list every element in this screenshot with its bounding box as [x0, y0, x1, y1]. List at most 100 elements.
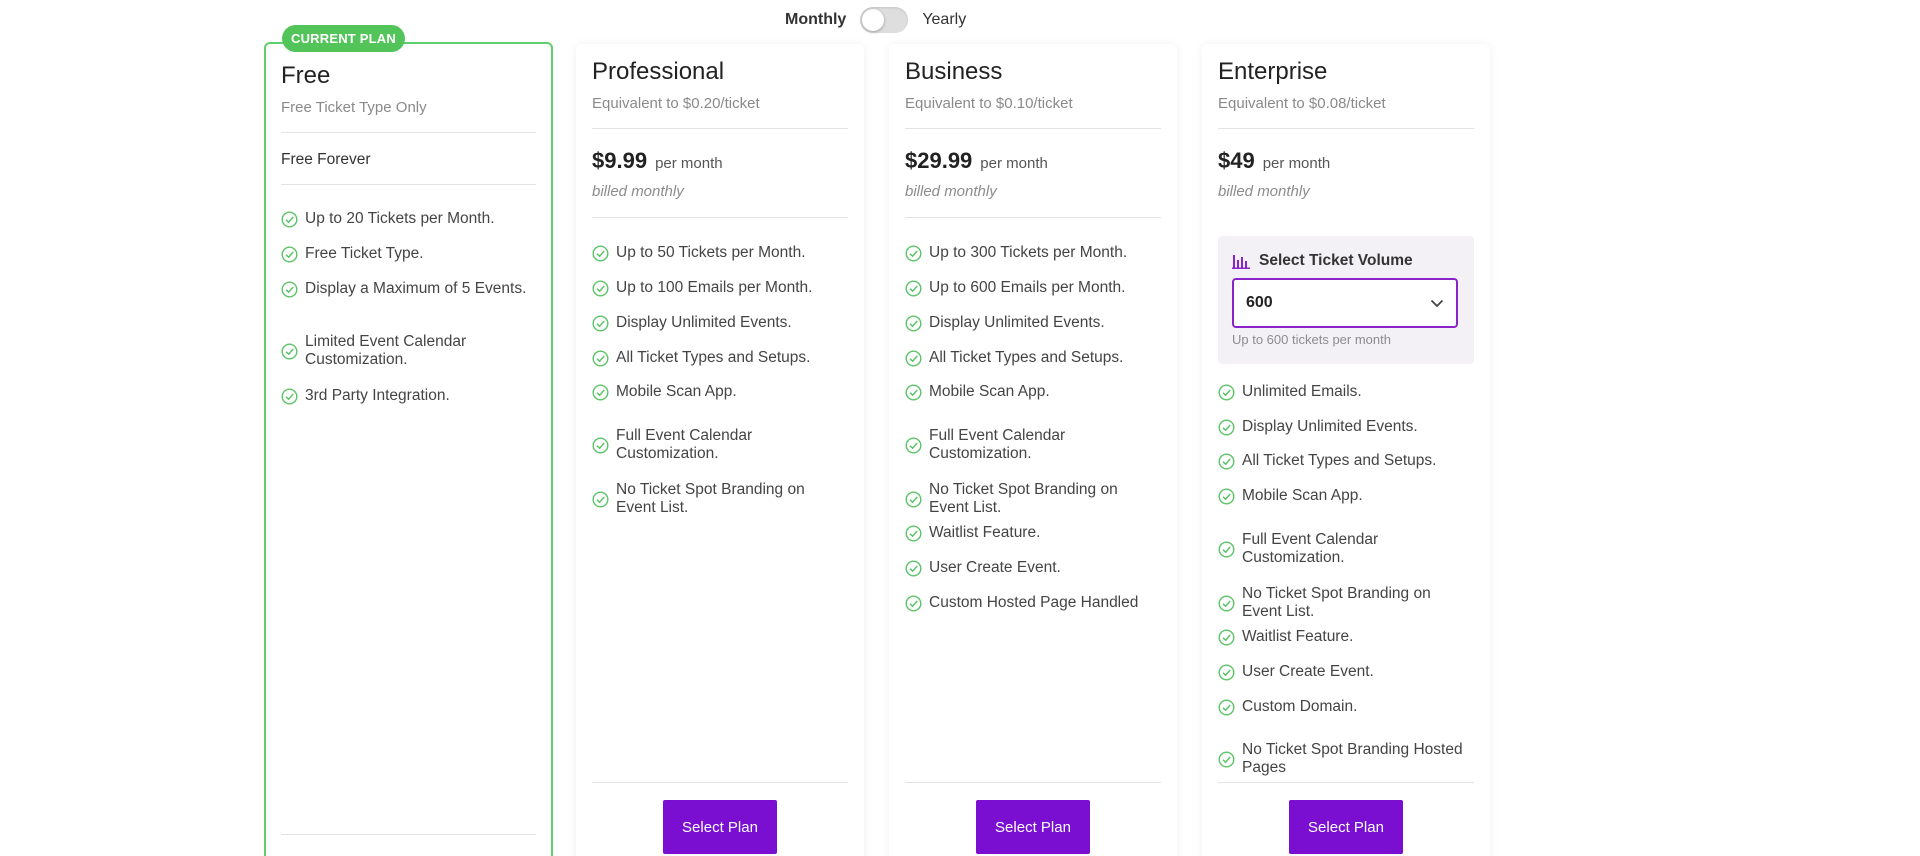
divider — [592, 217, 848, 218]
feature-text: Waitlist Feature. — [1242, 628, 1354, 645]
feature-text: Limited Event Calendar Customization. — [305, 333, 467, 368]
price-amount: $9.99 — [592, 148, 648, 173]
feature-item: Full Event Calendar Customization. — [905, 427, 1161, 463]
check-circle-icon — [592, 490, 609, 508]
price-period: per month — [1262, 155, 1331, 172]
price-period: per month — [980, 155, 1048, 172]
feature-item: Mobile Scan App. — [592, 383, 848, 401]
check-circle-icon — [281, 245, 298, 263]
feature-text: Full Event Calendar Customization. — [616, 427, 753, 462]
divider — [281, 834, 536, 835]
plan-card-professional: Professional Equivalent to $0.20/ticket … — [576, 44, 864, 856]
feature-text: No Ticket Spot Branding on Event List. — [929, 481, 1118, 516]
billing-period-switch[interactable] — [860, 7, 909, 33]
check-circle-icon — [1218, 628, 1235, 646]
feature-item: Display a Maximum of 5 Events. — [281, 280, 536, 298]
check-circle-icon — [281, 280, 298, 298]
plan-price-label: Free Forever — [281, 151, 371, 168]
plan-subtitle: Free Ticket Type Only — [281, 99, 427, 116]
check-circle-icon — [592, 314, 609, 332]
check-circle-icon — [1218, 487, 1235, 505]
check-circle-icon — [281, 387, 298, 405]
feature-text: No Ticket Spot Branding on Event List. — [616, 481, 805, 516]
feature-item: Waitlist Feature. — [1218, 628, 1474, 646]
feature-item: Waitlist Feature. — [905, 524, 1161, 542]
switch-knob[interactable] — [862, 9, 885, 31]
feature-text: Display a Maximum of 5 Events. — [305, 280, 527, 297]
yearly-label[interactable]: Yearly — [922, 11, 966, 29]
check-circle-icon — [281, 210, 298, 228]
feature-text: Display Unlimited Events. — [1242, 418, 1418, 435]
price-row: $49 per month — [1218, 148, 1330, 174]
select-plan-button[interactable]: Select Plan — [663, 800, 777, 854]
pricing-page: Monthly Yearly CURRENT PLAN Free Free Ti… — [0, 0, 1920, 856]
check-circle-icon — [281, 342, 298, 360]
plan-card-business: Business Equivalent to $0.10/ticket $29.… — [889, 44, 1177, 856]
plan-name: Enterprise — [1218, 58, 1328, 85]
feature-item: Limited Event Calendar Customization. — [281, 333, 536, 369]
select-plan-button[interactable]: Select Plan — [976, 800, 1090, 854]
feature-item: No Ticket Spot Branding on Event List. — [592, 481, 848, 517]
check-circle-icon — [905, 594, 922, 612]
plan-subtitle: Equivalent to $0.20/ticket — [592, 95, 760, 112]
divider — [905, 782, 1161, 783]
feature-item: No Ticket Spot Branding on Event List. — [905, 481, 1161, 517]
feature-item: User Create Event. — [1218, 663, 1474, 681]
feature-text: Up to 20 Tickets per Month. — [305, 210, 495, 227]
feature-item: Mobile Scan App. — [905, 383, 1161, 401]
ticket-volume-select[interactable]: 600 — [1232, 278, 1458, 328]
feature-text: Up to 100 Emails per Month. — [616, 279, 813, 296]
billing-note: billed monthly — [592, 183, 684, 200]
plan-card-enterprise: Enterprise Equivalent to $0.08/ticket $4… — [1202, 44, 1490, 856]
feature-item: No Ticket Spot Branding Hosted Pages — [1218, 741, 1474, 777]
feature-text: Up to 600 Emails per Month. — [929, 279, 1126, 296]
feature-text: All Ticket Types and Setups. — [616, 349, 811, 366]
feature-text: Full Event Calendar Customization. — [1242, 531, 1379, 566]
feature-text: Up to 300 Tickets per Month. — [929, 244, 1128, 261]
billing-note: billed monthly — [905, 183, 997, 200]
check-circle-icon — [905, 314, 922, 332]
plan-subtitle: Equivalent to $0.08/ticket — [1218, 95, 1386, 112]
check-circle-icon — [905, 244, 922, 262]
feature-item: Display Unlimited Events. — [1218, 418, 1474, 436]
check-circle-icon — [905, 490, 922, 508]
check-circle-icon — [592, 244, 609, 262]
divider — [281, 132, 536, 133]
chevron-down-icon — [1430, 299, 1444, 308]
feature-text: No Ticket Spot Branding Hosted Pages — [1242, 741, 1463, 776]
feature-text: Waitlist Feature. — [929, 524, 1041, 541]
feature-text: 3rd Party Integration. — [305, 387, 450, 404]
feature-item: All Ticket Types and Setups. — [905, 349, 1161, 367]
plan-name: Professional — [592, 58, 725, 85]
ticket-volume-title: Select Ticket Volume — [1232, 252, 1413, 270]
monthly-label[interactable]: Monthly — [785, 11, 846, 29]
ticket-volume-panel: Select Ticket Volume 600 Up to 600 ticke… — [1218, 236, 1474, 364]
check-circle-icon — [1218, 418, 1235, 436]
check-circle-icon — [1218, 663, 1235, 681]
price-period: per month — [655, 155, 723, 172]
feature-text: Mobile Scan App. — [1242, 487, 1363, 504]
feature-item: 3rd Party Integration. — [281, 387, 536, 405]
check-circle-icon — [1218, 540, 1235, 558]
feature-item: Up to 50 Tickets per Month. — [592, 244, 848, 262]
feature-item: Custom Domain. — [1218, 698, 1474, 716]
bar-chart-icon — [1232, 255, 1250, 269]
ticket-volume-note: Up to 600 tickets per month — [1232, 332, 1391, 347]
divider — [905, 217, 1161, 218]
feature-text: Unlimited Emails. — [1242, 383, 1362, 400]
feature-item: Up to 20 Tickets per Month. — [281, 210, 536, 228]
select-plan-button[interactable]: Select Plan — [1289, 800, 1403, 854]
feature-text: Display Unlimited Events. — [929, 314, 1105, 331]
feature-item: Free Ticket Type. — [281, 245, 536, 263]
divider — [592, 782, 848, 783]
ticket-volume-value: 600 — [1246, 294, 1273, 311]
feature-text: Up to 50 Tickets per Month. — [616, 244, 806, 261]
feature-item: Up to 300 Tickets per Month. — [905, 244, 1161, 262]
check-circle-icon — [905, 559, 922, 577]
check-circle-icon — [905, 524, 922, 542]
check-circle-icon — [1218, 383, 1235, 401]
feature-item: Display Unlimited Events. — [592, 314, 848, 332]
feature-item: Display Unlimited Events. — [905, 314, 1161, 332]
check-circle-icon — [905, 279, 922, 297]
feature-text: Mobile Scan App. — [616, 383, 737, 400]
